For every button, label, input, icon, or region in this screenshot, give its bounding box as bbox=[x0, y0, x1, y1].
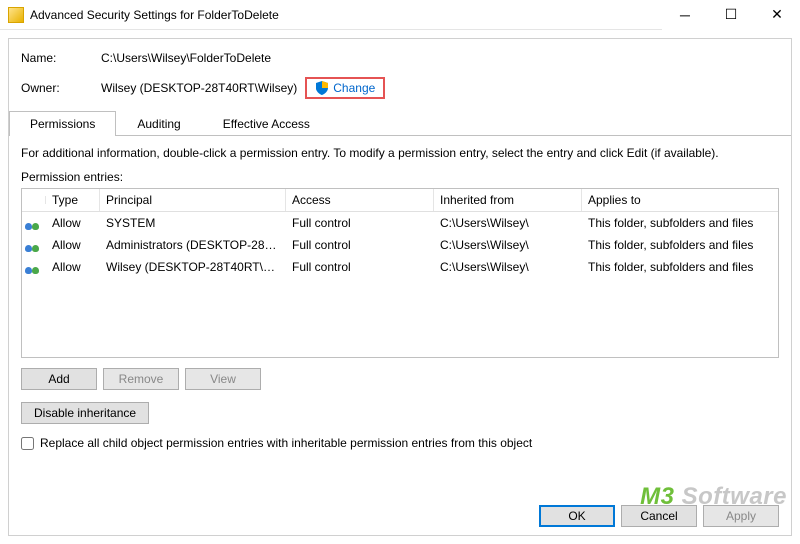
window-title: Advanced Security Settings for FolderToD… bbox=[30, 8, 279, 22]
ok-button[interactable]: OK bbox=[539, 505, 615, 527]
cell-principal: SYSTEM bbox=[100, 214, 286, 232]
cell-type: Allow bbox=[46, 258, 100, 276]
cell-inherited: C:\Users\Wilsey\ bbox=[434, 214, 582, 232]
folder-icon bbox=[8, 7, 24, 23]
cell-type: Allow bbox=[46, 214, 100, 232]
shield-icon bbox=[315, 81, 329, 95]
cell-access: Full control bbox=[286, 258, 434, 276]
add-button[interactable]: Add bbox=[21, 368, 97, 390]
apply-button: Apply bbox=[703, 505, 779, 527]
col-type[interactable]: Type bbox=[46, 189, 100, 211]
maximize-button[interactable]: ☐ bbox=[708, 0, 754, 30]
change-owner-link[interactable]: Change bbox=[305, 77, 385, 99]
change-link-text: Change bbox=[333, 81, 375, 95]
cell-access: Full control bbox=[286, 236, 434, 254]
table-row[interactable]: AllowSYSTEMFull controlC:\Users\Wilsey\T… bbox=[22, 212, 778, 234]
replace-child-label: Replace all child object permission entr… bbox=[40, 436, 532, 450]
cell-principal: Administrators (DESKTOP-28T... bbox=[100, 236, 286, 254]
table-header: Type Principal Access Inherited from App… bbox=[22, 189, 778, 212]
view-button: View bbox=[185, 368, 261, 390]
remove-button: Remove bbox=[103, 368, 179, 390]
table-row[interactable]: AllowWilsey (DESKTOP-28T40RT\Wil...Full … bbox=[22, 256, 778, 278]
cell-applies: This folder, subfolders and files bbox=[582, 214, 778, 232]
owner-value: Wilsey (DESKTOP-28T40RT\Wilsey) bbox=[101, 81, 297, 95]
close-button[interactable]: ✕ bbox=[754, 0, 800, 30]
cell-principal: Wilsey (DESKTOP-28T40RT\Wil... bbox=[100, 258, 286, 276]
cell-applies: This folder, subfolders and files bbox=[582, 236, 778, 254]
tab-bar: Permissions Auditing Effective Access bbox=[9, 111, 791, 136]
name-value: C:\Users\Wilsey\FolderToDelete bbox=[101, 51, 271, 65]
cell-applies: This folder, subfolders and files bbox=[582, 258, 778, 276]
cell-type: Allow bbox=[46, 236, 100, 254]
content-panel: Name: C:\Users\Wilsey\FolderToDelete Own… bbox=[8, 38, 792, 536]
replace-child-checkbox[interactable] bbox=[21, 437, 34, 450]
cancel-button[interactable]: Cancel bbox=[621, 505, 697, 527]
disable-inheritance-button[interactable]: Disable inheritance bbox=[21, 402, 149, 424]
col-principal[interactable]: Principal bbox=[100, 189, 286, 211]
cell-inherited: C:\Users\Wilsey\ bbox=[434, 236, 582, 254]
permission-entries-label: Permission entries: bbox=[21, 170, 779, 184]
col-applies[interactable]: Applies to bbox=[582, 189, 778, 211]
tab-auditing[interactable]: Auditing bbox=[116, 111, 201, 136]
cell-inherited: C:\Users\Wilsey\ bbox=[434, 258, 582, 276]
owner-label: Owner: bbox=[21, 81, 101, 95]
table-row[interactable]: AllowAdministrators (DESKTOP-28T...Full … bbox=[22, 234, 778, 256]
dialog-footer: OK Cancel Apply bbox=[539, 505, 779, 527]
name-label: Name: bbox=[21, 51, 101, 65]
tab-effective-access[interactable]: Effective Access bbox=[202, 111, 331, 136]
col-inherited[interactable]: Inherited from bbox=[434, 189, 582, 211]
info-text: For additional information, double-click… bbox=[21, 146, 779, 160]
tab-permissions[interactable]: Permissions bbox=[9, 111, 116, 136]
col-access[interactable]: Access bbox=[286, 189, 434, 211]
cell-access: Full control bbox=[286, 214, 434, 232]
permissions-table[interactable]: Type Principal Access Inherited from App… bbox=[21, 188, 779, 358]
title-bar: Advanced Security Settings for FolderToD… bbox=[0, 0, 800, 30]
minimize-button[interactable]: ─ bbox=[662, 0, 708, 30]
